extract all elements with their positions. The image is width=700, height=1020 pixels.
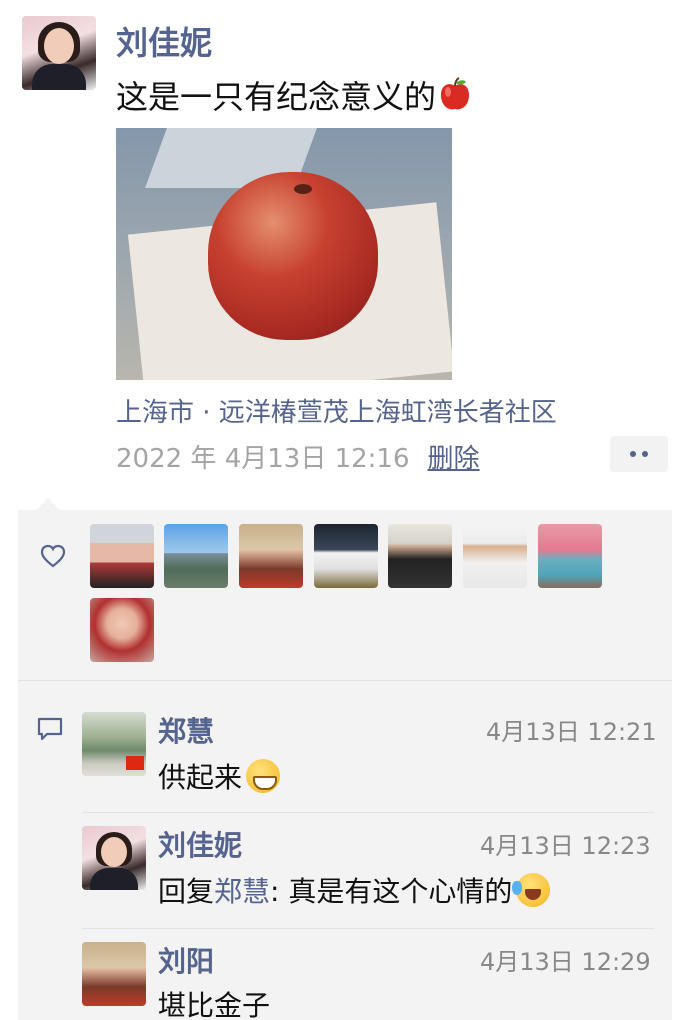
post-photo[interactable] — [116, 128, 452, 380]
post-location[interactable]: 上海市 · 远洋椿萱茂上海虹湾长者社区 — [116, 392, 557, 429]
photo-apple-stem — [294, 184, 312, 194]
comment-avatar[interactable] — [82, 712, 146, 776]
comment-text[interactable]: 回复郑慧: 真是有这个心情的 — [158, 870, 551, 910]
comment-divider — [82, 928, 654, 929]
comment-text-content: 堪比金子 — [158, 989, 271, 1020]
avatar-face — [44, 28, 74, 64]
comment-author[interactable]: 刘佳妮 — [158, 824, 242, 864]
like-avatar[interactable] — [90, 598, 154, 662]
comment-text[interactable]: 堪比金子 — [158, 984, 270, 1020]
apple-emoji-icon — [441, 77, 470, 110]
more-dots-icon — [642, 451, 648, 457]
post-text: 这是一只有纪念意义的 — [116, 72, 474, 118]
like-avatar[interactable] — [239, 524, 303, 588]
like-avatar[interactable] — [314, 524, 378, 588]
avatar-body — [32, 64, 86, 90]
grin-emoji-icon — [246, 759, 281, 793]
post-timestamp: 2022 年 4月13日 12:16 — [116, 444, 410, 474]
comment-divider — [82, 812, 654, 813]
delete-link[interactable]: 删除 — [428, 444, 480, 474]
reply-to-name[interactable]: 郑慧 — [214, 875, 270, 908]
poster-avatar[interactable] — [22, 16, 96, 90]
like-avatar[interactable] — [463, 524, 527, 588]
comment-avatar[interactable] — [82, 942, 146, 1006]
flag-icon — [126, 756, 144, 770]
avatar-body — [90, 868, 138, 890]
more-dots-icon — [630, 451, 636, 457]
comment-author[interactable]: 刘阳 — [158, 940, 214, 980]
comment-text[interactable]: 供起来 — [158, 756, 281, 796]
comment-time: 4月13日 12:21 — [486, 718, 657, 746]
comment-avatar[interactable] — [82, 826, 146, 890]
comment-text-content: 供起来 — [158, 761, 243, 794]
poster-name[interactable]: 刘佳妮 — [116, 18, 212, 64]
laugh-cry-emoji-icon — [512, 873, 551, 907]
comment-time: 4月13日 12:29 — [480, 948, 651, 976]
like-avatar[interactable] — [164, 524, 228, 588]
like-avatar[interactable] — [388, 524, 452, 588]
likes-divider — [18, 680, 672, 681]
post-text-content: 这是一只有纪念意义的 — [116, 78, 437, 116]
reply-prefix: 回复 — [158, 875, 215, 908]
like-avatar[interactable] — [90, 524, 154, 588]
more-button[interactable] — [610, 436, 668, 472]
comment-text-content: : 真是有这个心情的 — [270, 875, 513, 908]
comment-time: 4月13日 12:23 — [480, 832, 651, 860]
comment-bubble-icon — [37, 717, 63, 741]
like-avatar[interactable] — [538, 524, 602, 588]
comment-author[interactable]: 郑慧 — [158, 710, 214, 750]
avatar-face — [101, 837, 127, 867]
post-meta-row: 2022 年 4月13日 12:16 删除 — [116, 438, 480, 475]
heart-icon — [40, 544, 66, 568]
photo-apple — [208, 172, 378, 340]
panel-notch — [36, 498, 60, 510]
